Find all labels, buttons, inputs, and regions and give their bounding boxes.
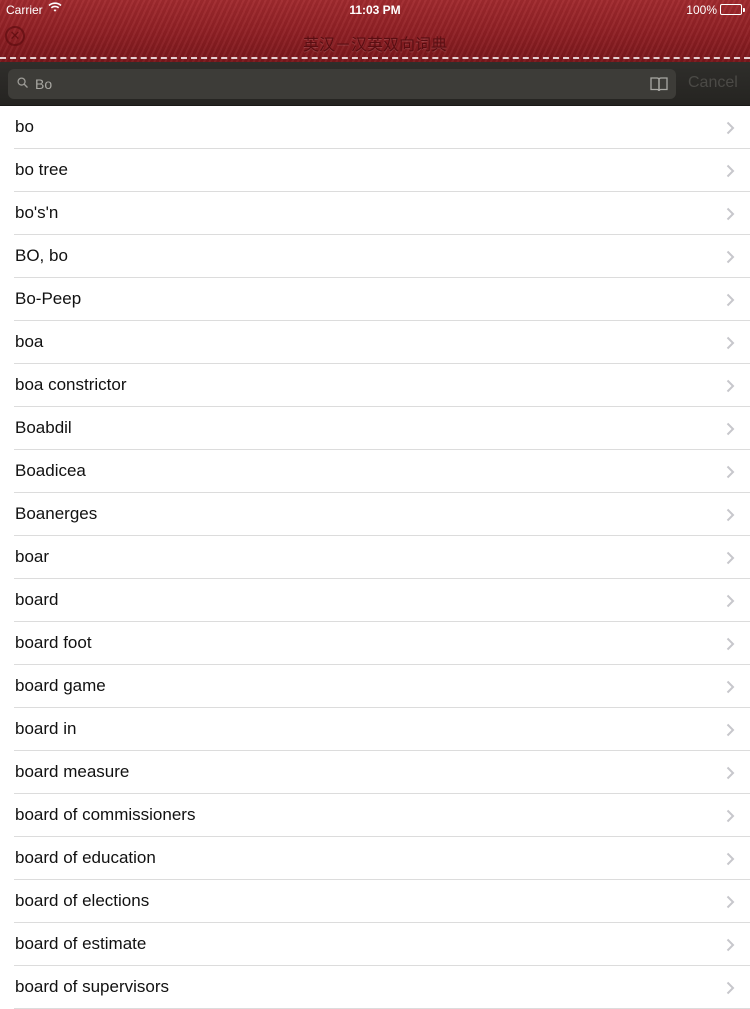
chevron-right-icon: [726, 594, 735, 608]
list-item-label: boa: [15, 332, 44, 351]
search-input[interactable]: [35, 69, 635, 99]
list-item-label: bo: [15, 117, 34, 136]
chevron-right-icon: [726, 766, 735, 780]
stitch-divider: [0, 57, 750, 59]
chevron-right-icon: [726, 895, 735, 909]
status-time: 11:03 PM: [349, 3, 401, 17]
chevron-right-icon: [726, 336, 735, 350]
chevron-right-icon: [726, 680, 735, 694]
list-item[interactable]: boar: [0, 536, 750, 579]
search-icon: [17, 77, 28, 88]
list-item[interactable]: bo tree: [0, 149, 750, 192]
list-item-label: board of elections: [15, 891, 150, 910]
list-item-label: board measure: [15, 762, 130, 781]
list-item[interactable]: board of commissioners: [0, 794, 750, 837]
chevron-right-icon: [726, 508, 735, 522]
book-icon[interactable]: [650, 76, 668, 92]
list-item[interactable]: board of elections: [0, 880, 750, 923]
chevron-right-icon: [726, 809, 735, 823]
list-item[interactable]: Boanerges: [0, 493, 750, 536]
battery-icon: [720, 4, 745, 15]
list-item[interactable]: board foot: [0, 622, 750, 665]
chevron-right-icon: [726, 164, 735, 178]
results-list: bo bo tree bo's'n BO, bo Bo-Peep boa boa const…: [0, 106, 750, 1009]
list-item[interactable]: boa constrictor: [0, 364, 750, 407]
list-item-label: bo tree: [15, 160, 68, 179]
chevron-right-icon: [726, 293, 735, 307]
list-item[interactable]: BO, bo: [0, 235, 750, 278]
list-item[interactable]: board measure: [0, 751, 750, 794]
list-item[interactable]: board of estimate: [0, 923, 750, 966]
list-item[interactable]: Bo-Peep: [0, 278, 750, 321]
chevron-right-icon: [726, 938, 735, 952]
search-field[interactable]: [8, 69, 676, 99]
list-item-label: board of education: [15, 848, 156, 867]
chevron-right-icon: [726, 852, 735, 866]
list-item[interactable]: Boadicea: [0, 450, 750, 493]
list-item-label: board foot: [15, 633, 92, 652]
list-item-label: Bo-Peep: [15, 289, 82, 308]
list-item-label: board in: [15, 719, 77, 738]
list-item[interactable]: board: [0, 579, 750, 622]
chevron-right-icon: [726, 551, 735, 565]
status-bar: Carrier 11:03 PM 100%: [0, 0, 750, 20]
chevron-right-icon: [726, 422, 735, 436]
chevron-right-icon: [726, 379, 735, 393]
list-item[interactable]: board in: [0, 708, 750, 751]
list-item-label: Boadicea: [15, 461, 86, 480]
list-item-label: board of commissioners: [15, 805, 196, 824]
list-item[interactable]: Boabdil: [0, 407, 750, 450]
list-item-label: board of estimate: [15, 934, 147, 953]
list-item[interactable]: board of supervisors: [0, 966, 750, 1009]
cancel-button[interactable]: Cancel: [688, 74, 738, 92]
list-item-label: board: [15, 590, 59, 609]
nav-header: Carrier 11:03 PM 100% ✕ 英汉－汉英双向词典: [0, 0, 750, 62]
list-item-label: boar: [15, 547, 50, 566]
chevron-right-icon: [726, 121, 735, 135]
list-item-label: Boabdil: [15, 418, 72, 437]
list-item-label: boa constrictor: [15, 375, 127, 394]
list-item[interactable]: board game: [0, 665, 750, 708]
list-item-label: BO, bo: [15, 246, 68, 265]
list-item[interactable]: bo's'n: [0, 192, 750, 235]
page-title: 英汉－汉英双向词典: [302, 37, 447, 54]
list-item-label: board of supervisors: [15, 977, 170, 996]
chevron-right-icon: [726, 981, 735, 995]
chevron-right-icon: [726, 250, 735, 264]
battery-percentage: 100%: [686, 3, 717, 17]
list-item-label: bo's'n: [15, 203, 59, 222]
list-item[interactable]: bo: [0, 106, 750, 149]
chevron-right-icon: [726, 207, 735, 221]
list-item-label: board game: [15, 676, 106, 695]
list-item[interactable]: board of education: [0, 837, 750, 880]
chevron-right-icon: [726, 637, 735, 651]
list-item[interactable]: boa: [0, 321, 750, 364]
chevron-right-icon: [726, 465, 735, 479]
chevron-right-icon: [726, 723, 735, 737]
search-bar: Cancel: [0, 62, 750, 106]
list-item-label: Boanerges: [15, 504, 98, 523]
